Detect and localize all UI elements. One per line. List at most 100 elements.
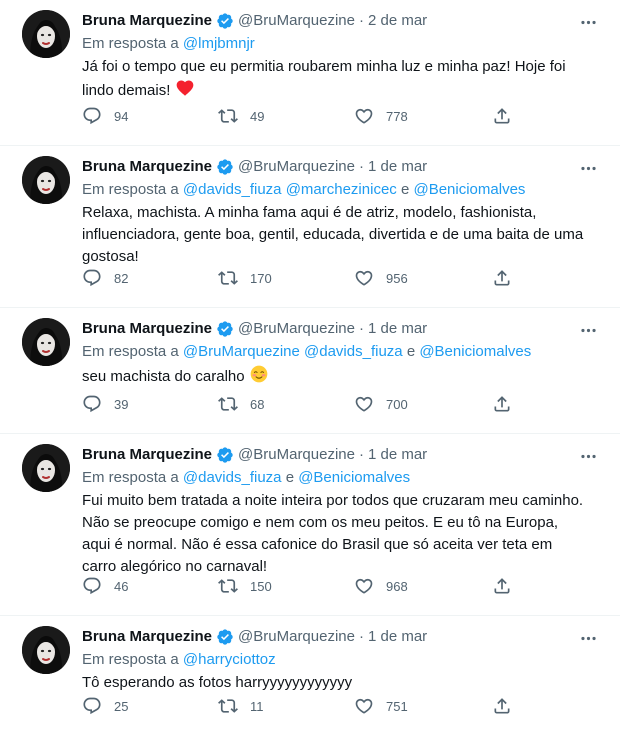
like-button[interactable]: 700 [354, 394, 492, 414]
username[interactable]: @BruMarquezine [238, 157, 355, 177]
display-name[interactable]: Bruna Marquezine [82, 445, 212, 465]
verified-badge-icon [216, 446, 234, 464]
share-button[interactable] [492, 576, 512, 596]
share-button[interactable] [492, 268, 512, 288]
reply-prefix: Em resposta a [82, 469, 179, 486]
tweet-header: Bruna Marquezine @BruMarquezine · 1 de m… [82, 156, 606, 178]
mention-link[interactable]: @Beniciomalves [419, 343, 531, 360]
action-bar: 46 150 968 [82, 576, 512, 596]
share-button[interactable] [492, 106, 512, 126]
reply-button[interactable]: 39 [82, 394, 218, 414]
display-name[interactable]: Bruna Marquezine [82, 627, 212, 647]
tweet[interactable]: Bruna Marquezine @BruMarquezine · 1 de m… [0, 308, 620, 434]
share-icon [492, 106, 512, 126]
retweet-button[interactable]: 11 [218, 696, 354, 716]
more-options-icon[interactable] [578, 320, 598, 340]
timestamp[interactable]: 1 de mar [368, 319, 427, 339]
tweet[interactable]: Bruna Marquezine @BruMarquezine · 2 de m… [0, 0, 620, 146]
share-icon [492, 394, 512, 414]
like-button[interactable]: 956 [354, 268, 492, 288]
red-heart-icon [175, 78, 195, 105]
retweet-count: 11 [250, 698, 264, 714]
reply-context: Em resposta a @BruMarquezine @davids_fiu… [82, 342, 606, 362]
reply-button[interactable]: 25 [82, 696, 218, 716]
username[interactable]: @BruMarquezine [238, 627, 355, 647]
more-options-icon[interactable] [578, 12, 598, 32]
like-icon [354, 268, 374, 288]
reply-button[interactable]: 94 [82, 106, 218, 126]
reply-count: 25 [114, 698, 129, 714]
reply-context: Em resposta a @davids_fiuza e @Benicioma… [82, 468, 606, 488]
retweet-button[interactable]: 170 [218, 268, 354, 288]
more-options-icon[interactable] [578, 158, 598, 178]
separator-dot: · [358, 158, 364, 175]
share-button[interactable] [492, 696, 512, 716]
retweet-icon [218, 576, 238, 596]
reply-count: 46 [114, 578, 129, 594]
like-icon [354, 576, 374, 596]
retweet-button[interactable]: 49 [218, 106, 354, 126]
retweet-count: 170 [250, 270, 272, 286]
mention-link[interactable]: @BruMarquezine [183, 343, 300, 360]
separator-dot: · [358, 12, 364, 29]
retweet-count: 49 [250, 108, 265, 124]
mention-link[interactable]: @Beniciomalves [298, 469, 410, 486]
reply-prefix: Em resposta a [82, 35, 179, 52]
like-count: 700 [386, 396, 408, 412]
action-bar: 25 11 751 [82, 696, 512, 716]
retweet-button[interactable]: 150 [218, 576, 354, 596]
tweet[interactable]: Bruna Marquezine @BruMarquezine · 1 de m… [0, 616, 620, 735]
display-name[interactable]: Bruna Marquezine [82, 319, 212, 339]
separator-dot: · [358, 446, 364, 463]
mention-link[interactable]: @Beniciomalves [413, 181, 525, 198]
avatar[interactable] [22, 626, 70, 674]
like-icon [354, 106, 374, 126]
tweet-header: Bruna Marquezine @BruMarquezine · 1 de m… [82, 444, 606, 466]
reply-icon [82, 106, 102, 126]
reply-button[interactable]: 82 [82, 268, 218, 288]
reply-icon [82, 576, 102, 596]
timestamp[interactable]: 2 de mar [368, 11, 427, 31]
mention-link[interactable]: @davids_fiuza [183, 181, 282, 198]
retweet-icon [218, 106, 238, 126]
mention-link[interactable]: @davids_fiuza [304, 343, 403, 360]
tweet[interactable]: Bruna Marquezine @BruMarquezine · 1 de m… [0, 434, 620, 616]
timestamp[interactable]: 1 de mar [368, 445, 427, 465]
username[interactable]: @BruMarquezine [238, 319, 355, 339]
reply-button[interactable]: 46 [82, 576, 218, 596]
retweet-icon [218, 394, 238, 414]
action-bar: 94 49 778 [82, 106, 512, 126]
mention-link[interactable]: @lmjbmnjr [183, 35, 255, 52]
timestamp[interactable]: 1 de mar [368, 627, 427, 647]
username[interactable]: @BruMarquezine [238, 445, 355, 465]
more-options-icon[interactable] [578, 446, 598, 466]
tweet-text: Já foi o tempo que eu permitia roubarem … [82, 56, 606, 105]
tweet-text: Tô esperando as fotos harryyyyyyyyyyyy [82, 674, 353, 691]
timeline: Bruna Marquezine @BruMarquezine · 2 de m… [0, 0, 620, 735]
like-button[interactable]: 968 [354, 576, 492, 596]
avatar[interactable] [22, 318, 70, 366]
mention-link[interactable]: @davids_fiuza [183, 469, 282, 486]
verified-badge-icon [216, 320, 234, 338]
more-options-icon[interactable] [578, 628, 598, 648]
username[interactable]: @BruMarquezine [238, 11, 355, 31]
mention-link[interactable]: @marchezinicec [286, 181, 397, 198]
retweet-button[interactable]: 68 [218, 394, 354, 414]
avatar[interactable] [22, 156, 70, 204]
like-button[interactable]: 778 [354, 106, 492, 126]
like-button[interactable]: 751 [354, 696, 492, 716]
display-name[interactable]: Bruna Marquezine [82, 157, 212, 177]
share-icon [492, 576, 512, 596]
tweet-text-content: Já foi o tempo que eu permitia roubarem … [82, 58, 566, 99]
verified-badge-icon [216, 12, 234, 30]
display-name[interactable]: Bruna Marquezine [82, 11, 212, 31]
share-button[interactable] [492, 394, 512, 414]
like-count: 778 [386, 108, 408, 124]
retweet-icon [218, 696, 238, 716]
mention-link[interactable]: @harryciottoz [183, 651, 276, 668]
reply-context: Em resposta a @harryciottoz [82, 650, 606, 670]
avatar[interactable] [22, 10, 70, 58]
avatar[interactable] [22, 444, 70, 492]
tweet[interactable]: Bruna Marquezine @BruMarquezine · 1 de m… [0, 146, 620, 308]
timestamp[interactable]: 1 de mar [368, 157, 427, 177]
